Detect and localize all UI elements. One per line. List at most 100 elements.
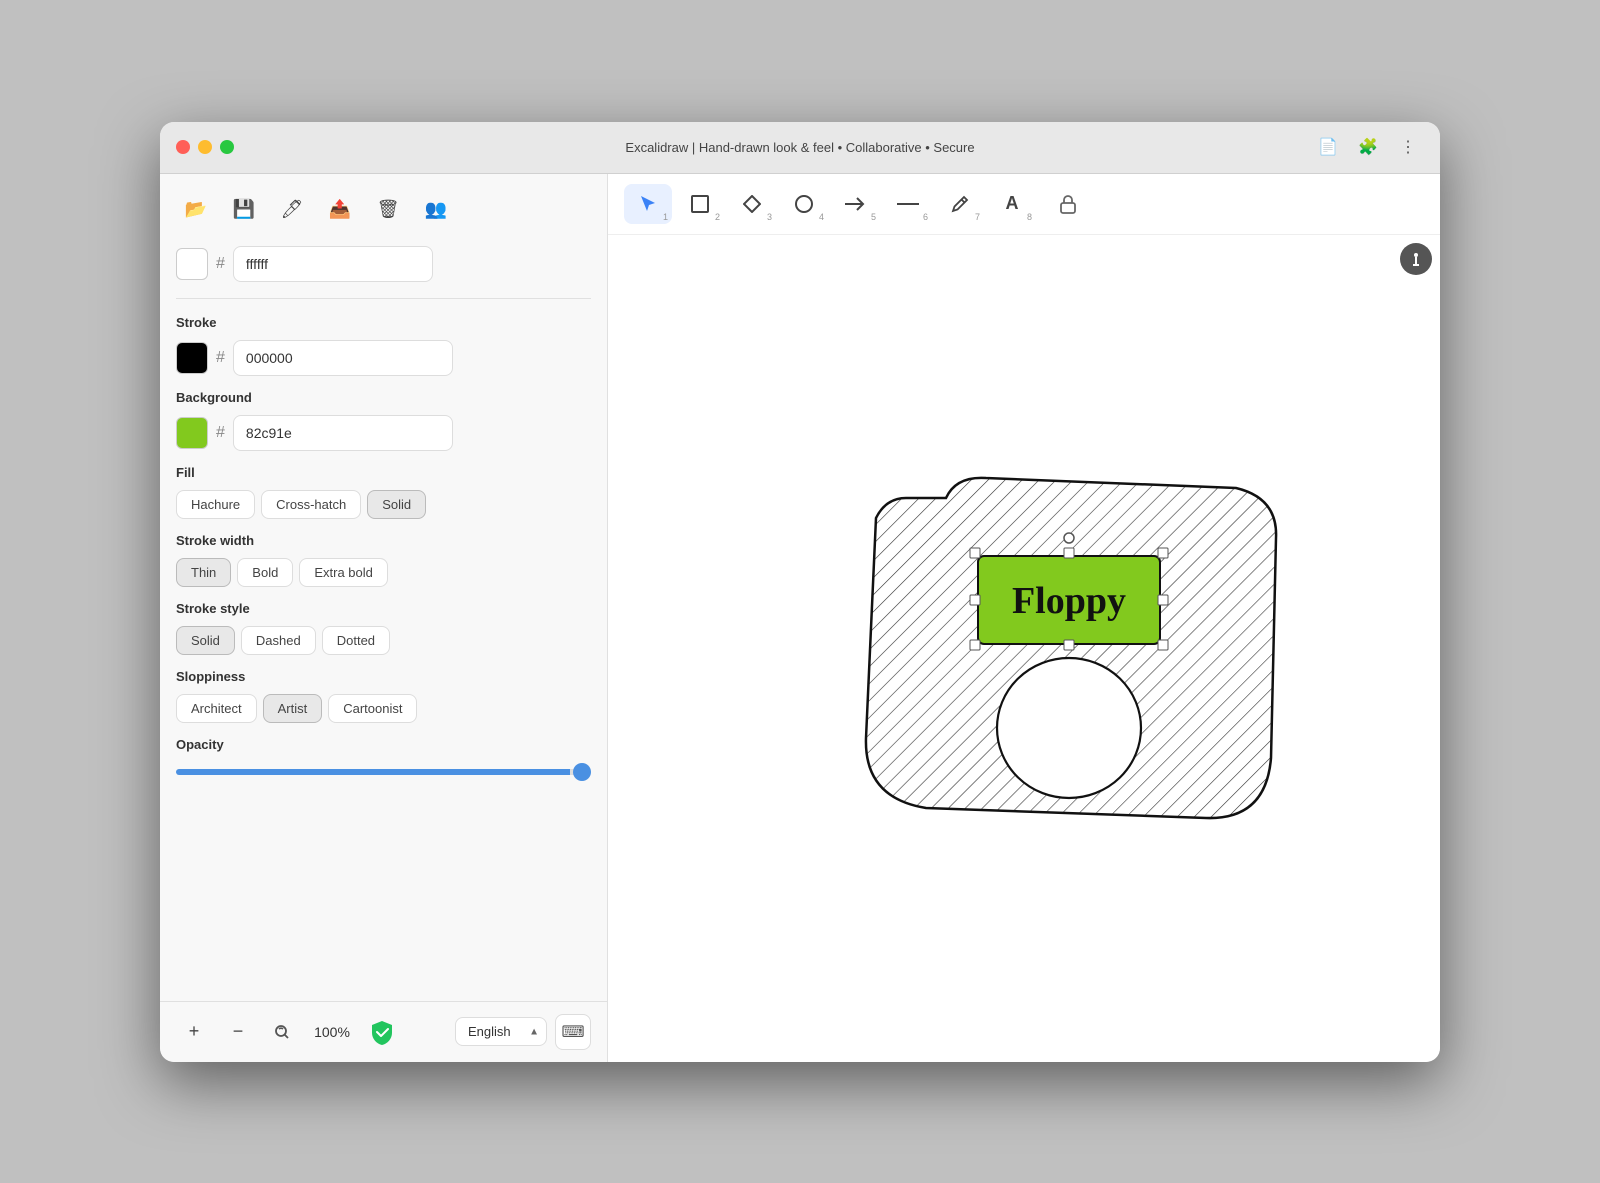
share-button[interactable]: 📤 <box>320 190 360 230</box>
stroke-style-options: Solid Dashed Dotted <box>176 626 591 655</box>
menu-button[interactable]: ⋮ <box>1392 131 1424 163</box>
stroke-width-label: Stroke width <box>176 533 591 548</box>
left-panel: 📂 💾 🖊 📤 🗑 👥 # Stroke # <box>160 174 608 1062</box>
diamond-tool-button[interactable]: 3 <box>728 184 776 224</box>
open-file-button[interactable]: 📂 <box>176 190 216 230</box>
handle-ml <box>970 595 980 605</box>
background-color-field-row: # <box>176 415 591 451</box>
tool-number-2: 2 <box>715 212 720 222</box>
select-tool-button[interactable]: 1 <box>624 184 672 224</box>
handle-mr <box>1158 595 1168 605</box>
tool-number-5: 5 <box>871 212 876 222</box>
stroke-width-options: Thin Bold Extra bold <box>176 558 591 587</box>
lock-button[interactable] <box>1048 184 1088 224</box>
tool-number-4: 4 <box>819 212 824 222</box>
shield-button[interactable] <box>364 1014 400 1050</box>
tool-number-3: 3 <box>767 212 772 222</box>
stroke-style-label: Stroke style <box>176 601 591 616</box>
save-button[interactable]: 💾 <box>224 190 264 230</box>
delete-button[interactable]: 🗑 <box>368 190 408 230</box>
rectangle-tool-button[interactable]: 2 <box>676 184 724 224</box>
canvas-area: 1 2 3 4 <box>608 174 1440 1062</box>
fill-hachure-button[interactable]: Hachure <box>176 490 255 519</box>
ellipse-tool-button[interactable]: 4 <box>780 184 828 224</box>
keyboard-button[interactable]: ⌨ <box>555 1014 591 1050</box>
background-color-swatch-green[interactable] <box>176 417 208 449</box>
line-tool-button[interactable]: 6 <box>884 184 932 224</box>
export-button[interactable]: 🖊 <box>272 190 312 230</box>
window-title: Excalidraw | Hand-drawn look & feel • Co… <box>625 140 974 155</box>
zoom-reset-button[interactable] <box>264 1014 300 1050</box>
plugin-button[interactable]: 🧩 <box>1352 131 1384 163</box>
floppy-drawing: Floppy <box>826 438 1306 858</box>
handle-tc <box>1064 548 1074 558</box>
stroke-solid-button[interactable]: Solid <box>176 626 235 655</box>
handle-br <box>1158 640 1168 650</box>
floppy-hole <box>997 658 1141 798</box>
floppy-text: Floppy <box>1012 580 1126 622</box>
language-select[interactable]: English Español Français Deutsch 中文 <box>455 1017 547 1046</box>
tool-number-7: 7 <box>975 212 980 222</box>
language-wrapper: English Español Français Deutsch 中文 ▲ <box>455 1017 547 1046</box>
app-body: 📂 💾 🖊 📤 🗑 👥 # Stroke # <box>160 174 1440 1062</box>
tool-number-6: 6 <box>923 212 928 222</box>
background-color-field-input[interactable] <box>233 415 453 451</box>
hash-symbol: # <box>216 255 225 273</box>
handle-bc <box>1064 640 1074 650</box>
stroke-color-row: # <box>176 340 591 376</box>
properties-panel: Stroke # Background # Fill Hachure <box>160 299 607 1001</box>
title-bar: Excalidraw | Hand-drawn look & feel • Co… <box>160 122 1440 174</box>
stroke-thin-button[interactable]: Thin <box>176 558 231 587</box>
handle-bl <box>970 640 980 650</box>
zoom-out-button[interactable]: − <box>220 1014 256 1050</box>
bg-hash: # <box>216 424 225 442</box>
opacity-label: Opacity <box>176 737 591 752</box>
maximize-button[interactable] <box>220 140 234 154</box>
stroke-color-input[interactable] <box>233 340 453 376</box>
stroke-dashed-button[interactable]: Dashed <box>241 626 316 655</box>
close-button[interactable] <box>176 140 190 154</box>
fill-solid-button[interactable]: Solid <box>367 490 426 519</box>
stroke-dotted-button[interactable]: Dotted <box>322 626 390 655</box>
rotate-handle <box>1064 533 1074 543</box>
drawing-toolbar: 1 2 3 4 <box>608 174 1440 235</box>
background-color-input[interactable] <box>233 246 433 282</box>
background-color-swatch[interactable] <box>176 248 208 280</box>
collaborate-button[interactable]: 👥 <box>416 190 456 230</box>
sloppiness-options: Architect Artist Cartoonist <box>176 694 591 723</box>
tool-number-8: 8 <box>1027 212 1032 222</box>
arrow-tool-button[interactable]: 5 <box>832 184 880 224</box>
stroke-bold-button[interactable]: Bold <box>237 558 293 587</box>
minimize-button[interactable] <box>198 140 212 154</box>
fill-options: Hachure Cross-hatch Solid <box>176 490 591 519</box>
pencil-tool-button[interactable]: 7 <box>936 184 984 224</box>
sloppiness-architect-button[interactable]: Architect <box>176 694 257 723</box>
stroke-hash: # <box>216 349 225 367</box>
zoom-level: 100% <box>308 1024 356 1040</box>
background-color-row: # <box>160 238 607 298</box>
stroke-color-swatch[interactable] <box>176 342 208 374</box>
sloppiness-artist-button[interactable]: Artist <box>263 694 323 723</box>
fill-crosshatch-button[interactable]: Cross-hatch <box>261 490 361 519</box>
handle-tl <box>970 548 980 558</box>
corner-pin <box>1400 243 1432 275</box>
tool-number-1: 1 <box>663 212 668 222</box>
opacity-slider[interactable] <box>176 769 591 775</box>
toolbar-row: 📂 💾 🖊 📤 🗑 👥 <box>160 174 607 238</box>
sloppiness-label: Sloppiness <box>176 669 591 684</box>
title-actions: 📄 🧩 ⋮ <box>1312 131 1424 163</box>
new-file-button[interactable]: 📄 <box>1312 131 1344 163</box>
app-window: Excalidraw | Hand-drawn look & feel • Co… <box>160 122 1440 1062</box>
stroke-label: Stroke <box>176 315 591 330</box>
background-label: Background <box>176 390 591 405</box>
floppy-svg: Floppy <box>826 438 1306 858</box>
language-area: English Español Français Deutsch 中文 ▲ ⌨ <box>455 1014 591 1050</box>
stroke-extrabold-button[interactable]: Extra bold <box>299 558 388 587</box>
canvas-content[interactable]: Floppy <box>608 235 1440 1062</box>
sloppiness-cartoonist-button[interactable]: Cartoonist <box>328 694 417 723</box>
zoom-in-button[interactable]: + <box>176 1014 212 1050</box>
text-tool-button[interactable]: A 8 <box>988 184 1036 224</box>
fill-label: Fill <box>176 465 591 480</box>
traffic-lights <box>176 140 234 154</box>
handle-tr <box>1158 548 1168 558</box>
